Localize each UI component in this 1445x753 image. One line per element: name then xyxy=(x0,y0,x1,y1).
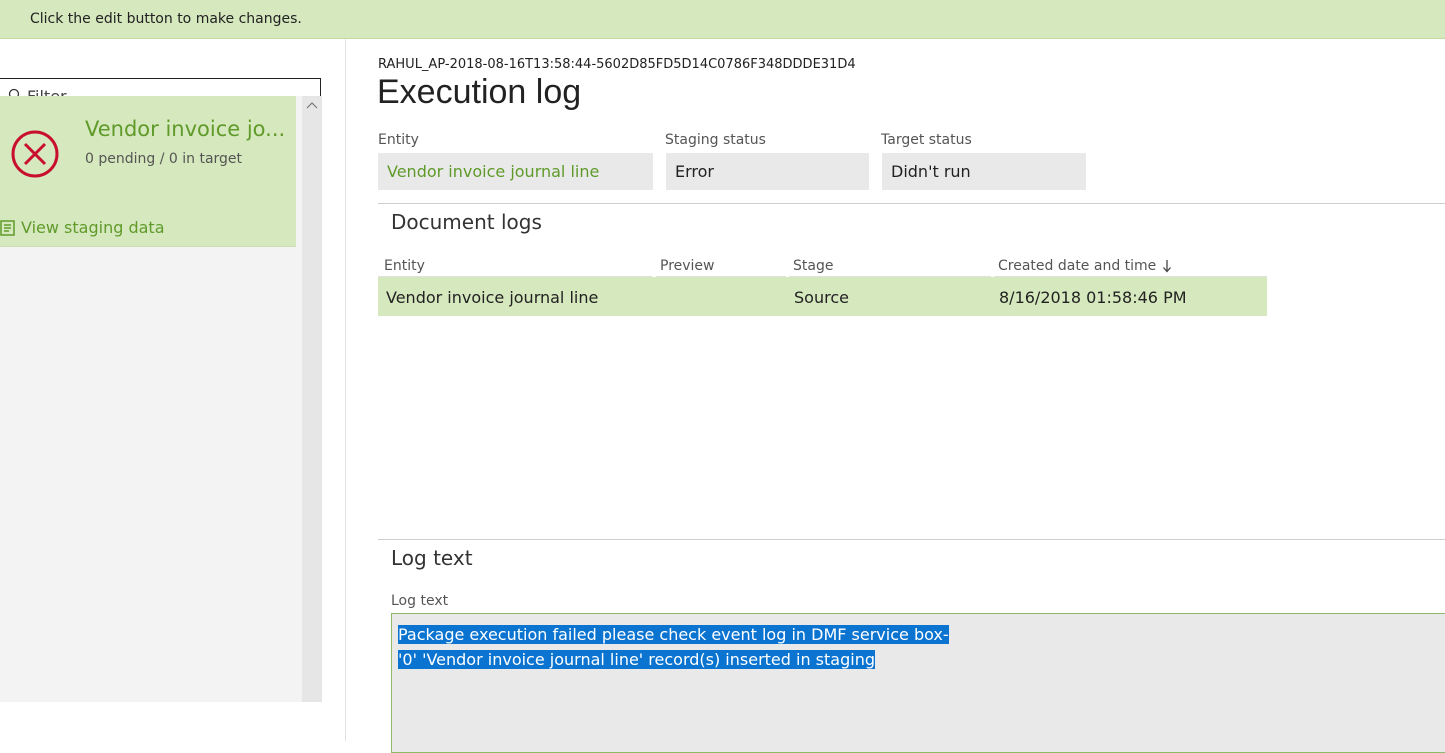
log-text-area[interactable]: Package execution failed please check ev… xyxy=(391,613,1445,753)
entity-card-subtitle: 0 pending / 0 in target xyxy=(85,151,243,167)
target-status-field[interactable]: Didn't run xyxy=(882,153,1086,190)
entity-card-title: Vendor invoice jo... xyxy=(85,117,285,141)
table-row[interactable]: Vendor invoice journal line Source 8/16/… xyxy=(378,277,1267,316)
error-circle-x-icon xyxy=(11,130,59,178)
col-header-created-label: Created date and time xyxy=(998,258,1157,274)
entity-card[interactable]: Vendor invoice jo... 0 pending / 0 in ta… xyxy=(0,96,296,247)
log-line: '0' 'Vendor invoice journal line' record… xyxy=(398,650,875,669)
entity-label: Entity xyxy=(378,132,419,148)
staging-status-field[interactable]: Error xyxy=(666,153,869,190)
cell-entity: Vendor invoice journal line xyxy=(386,288,599,307)
col-header-stage[interactable]: Stage xyxy=(793,258,833,274)
log-line: Package execution failed please check ev… xyxy=(398,625,949,644)
list-scrollbar[interactable] xyxy=(302,96,322,702)
arrow-down-icon xyxy=(1163,260,1172,273)
run-id: RAHUL_AP-2018-08-16T13:58:44-5602D85FD5D… xyxy=(378,57,856,72)
document-logs-title: Document logs xyxy=(391,210,542,234)
target-status-label: Target status xyxy=(881,132,972,148)
col-header-entity[interactable]: Entity xyxy=(384,258,425,274)
info-banner: Click the edit button to make changes. xyxy=(0,0,1445,39)
section-divider xyxy=(378,539,1445,540)
cell-created: 8/16/2018 01:58:46 PM xyxy=(999,288,1187,307)
section-divider xyxy=(378,203,1445,204)
entity-field[interactable]: Vendor invoice journal line xyxy=(378,153,653,190)
log-text-label: Log text xyxy=(391,593,449,609)
log-text-title: Log text xyxy=(391,546,473,570)
cell-stage: Source xyxy=(794,288,849,307)
staging-data-icon xyxy=(0,219,15,236)
chevron-up-icon[interactable] xyxy=(306,100,318,110)
col-header-preview[interactable]: Preview xyxy=(660,258,715,274)
main-pane: RAHUL_AP-2018-08-16T13:58:44-5602D85FD5D… xyxy=(347,39,1445,753)
col-header-created[interactable]: Created date and time xyxy=(998,258,1172,274)
view-staging-data-link[interactable]: View staging data xyxy=(0,218,165,237)
view-staging-data-label: View staging data xyxy=(21,218,165,237)
page-title: Execution log xyxy=(377,73,582,111)
staging-status-label: Staging status xyxy=(665,132,766,148)
banner-message: Click the edit button to make changes. xyxy=(30,11,302,27)
